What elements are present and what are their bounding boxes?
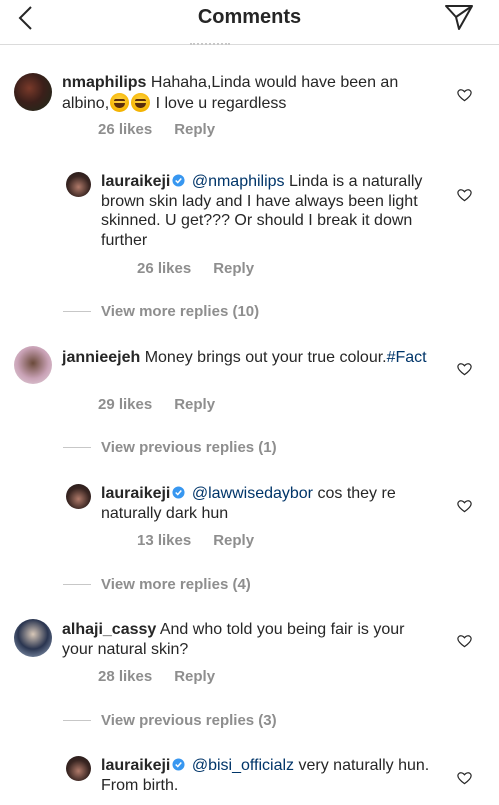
avatar[interactable] [14,619,52,657]
mention-link[interactable]: @nmaphilips [192,173,285,190]
reply-text: lauraikeji @nmaphilips Linda is a natura… [101,172,426,250]
header-bar: Comments [0,0,499,45]
likes-count[interactable]: 26 likes [98,121,152,138]
comment-meta: 28 likes Reply [98,668,237,685]
send-direct-icon[interactable] [444,3,474,31]
view-more-label[interactable]: View more replies (10) [101,303,259,320]
heart-icon[interactable] [457,188,472,202]
mention-link[interactable]: @lawwisedaybor [192,485,313,502]
comment-username[interactable]: lauraikeji [101,757,170,774]
reply-button[interactable]: Reply [174,396,215,413]
divider-line [63,719,91,721]
sweat-smile-emoji-icon [131,92,151,112]
avatar[interactable] [66,484,91,509]
likes-count[interactable]: 29 likes [98,396,152,413]
scroll-hint [190,43,230,47]
view-previous-label[interactable]: View previous replies (3) [101,712,277,729]
comment-username[interactable]: nmaphilips [62,74,146,91]
reply-text: lauraikeji @lawwisedaybor cos they re na… [101,484,431,523]
comment-meta: 29 likes Reply [98,396,237,413]
comment-username[interactable]: lauraikeji [101,173,170,190]
comment-body: Money brings out your true colour. [144,349,387,366]
divider-line [63,446,91,448]
view-previous-label[interactable]: View previous replies (1) [101,439,277,456]
comment-meta: 26 likes Reply [137,260,276,277]
view-previous-replies[interactable]: View previous replies (3) [63,712,277,729]
comment-meta: 13 likes Reply [137,532,276,549]
comment-username[interactable]: jannieejeh [62,349,140,366]
heart-icon[interactable] [457,771,472,785]
likes-count[interactable]: 26 likes [137,260,191,277]
reply-button[interactable]: Reply [213,260,254,277]
view-more-replies[interactable]: View more replies (10) [63,303,259,320]
likes-count[interactable]: 28 likes [98,668,152,685]
verified-badge-icon [172,486,185,499]
reply-text: lauraikeji @bisi_officialz very naturall… [101,756,431,795]
page-title: Comments [197,6,302,28]
comment-text: jannieejeh Money brings out your true co… [62,348,432,368]
reply-button[interactable]: Reply [174,121,215,138]
heart-icon[interactable] [457,499,472,513]
reply-button[interactable]: Reply [213,532,254,549]
hashtag-link[interactable]: #Fact [387,349,427,366]
avatar[interactable] [14,346,52,384]
comment-body-tail: I love u regardless [155,94,287,112]
view-previous-replies[interactable]: View previous replies (1) [63,439,277,456]
mention-link[interactable]: @bisi_officialz [192,757,294,774]
heart-icon[interactable] [457,88,472,102]
comment-meta: 26 likes Reply [98,121,237,138]
view-more-replies[interactable]: View more replies (4) [63,576,251,593]
avatar[interactable] [66,756,91,781]
comment-username[interactable]: lauraikeji [101,485,170,502]
laughing-emoji-icon [110,92,130,112]
likes-count[interactable]: 13 likes [137,532,191,549]
reply-button[interactable]: Reply [174,668,215,685]
verified-badge-icon [172,758,185,771]
heart-icon[interactable] [457,362,472,376]
divider-line [63,583,91,585]
heart-icon[interactable] [457,634,472,648]
avatar[interactable] [66,172,91,197]
comment-text: nmaphilips Hahaha,Linda would have been … [62,73,432,113]
divider-line [63,310,91,312]
comment-text: alhaji_cassy And who told you being fair… [62,620,422,659]
verified-badge-icon [172,174,185,187]
avatar[interactable] [14,73,52,111]
view-more-label[interactable]: View more replies (4) [101,576,251,593]
comment-username[interactable]: alhaji_cassy [62,621,156,638]
